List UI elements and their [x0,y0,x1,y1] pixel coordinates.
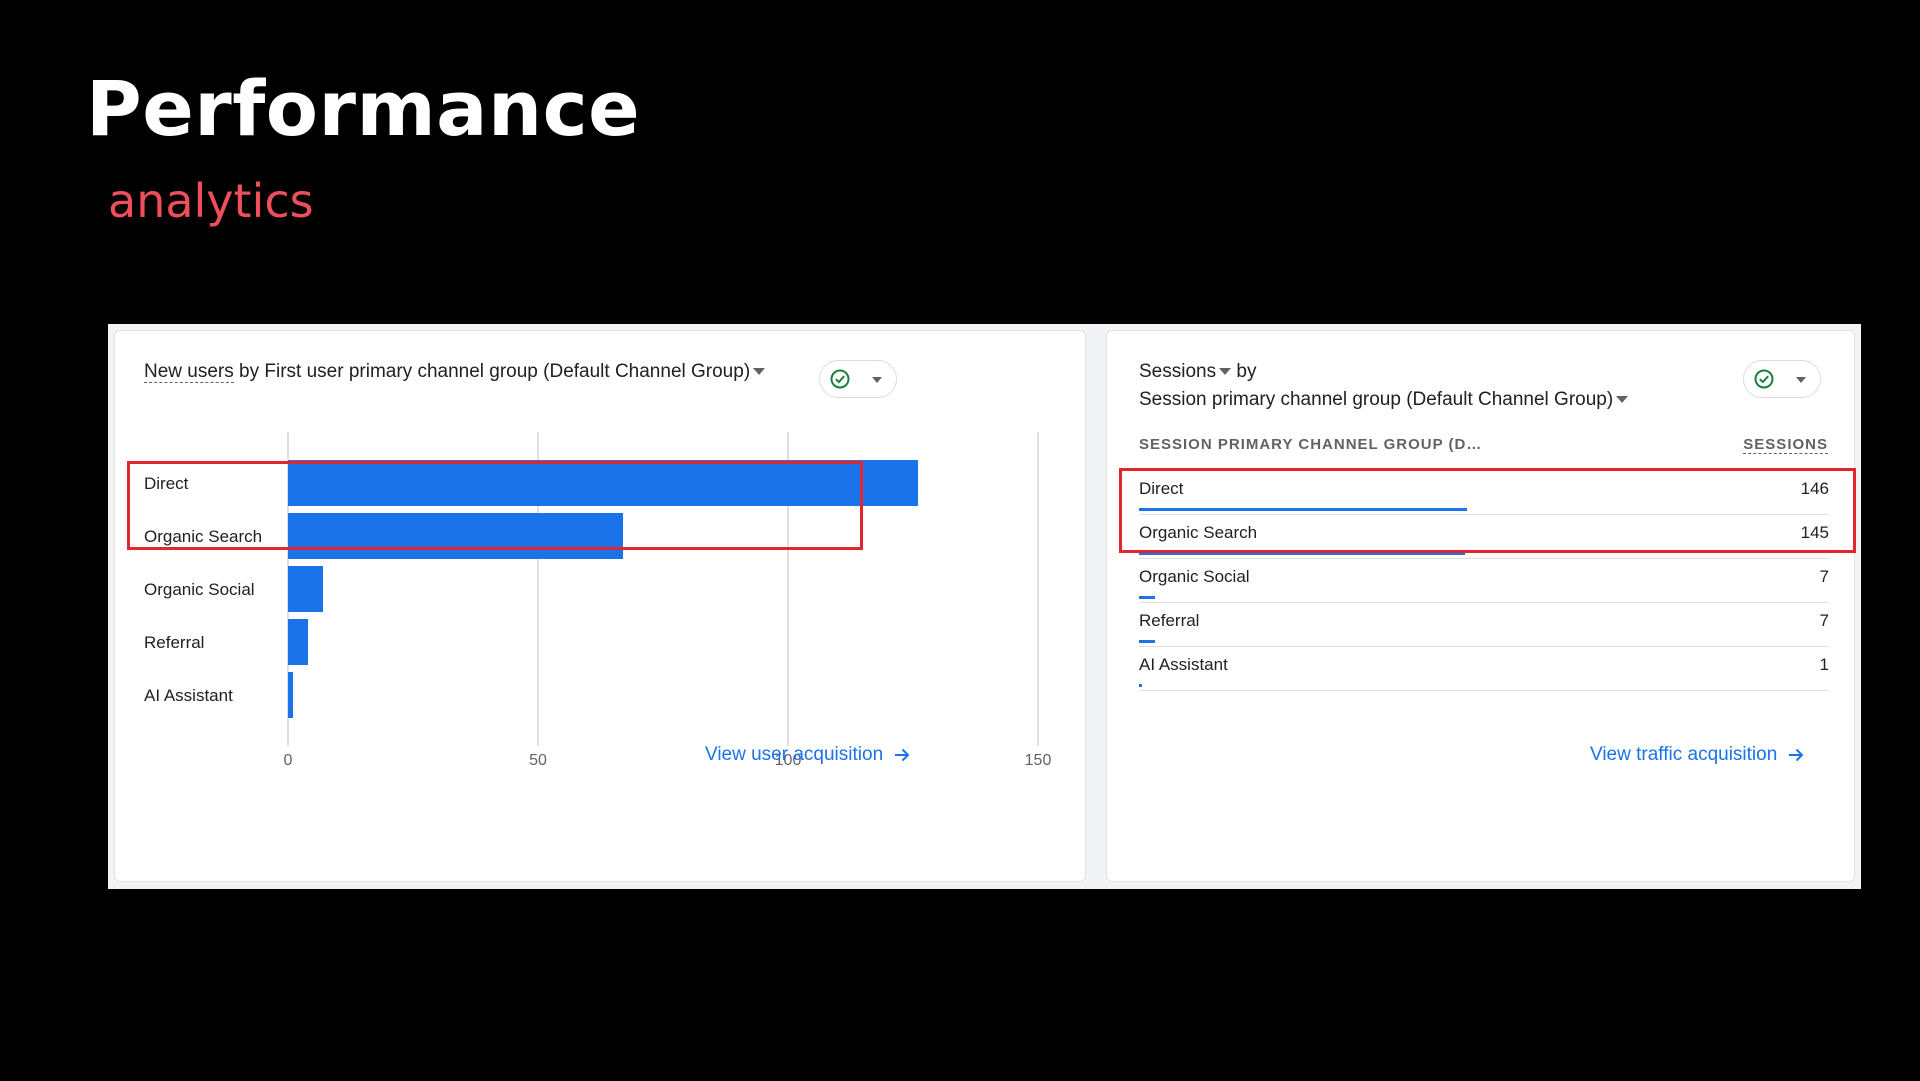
slide-subtitle: analytics [108,174,314,228]
x-tick-label: 0 [284,752,293,769]
column-header-dimension: SESSION PRIMARY CHANNEL GROUP (D… [1139,436,1483,453]
row-bar [1139,640,1155,643]
row-bar [1139,596,1155,599]
table-row[interactable]: AI Assistant 1 [1139,647,1829,691]
analytics-screenshot: New users by First user primary channel … [108,324,1861,889]
link-label: View user acquisition [705,744,884,765]
status-dropdown[interactable] [1743,360,1821,398]
new-users-bar-chart: 0 50 100 150DirectOrganic SearchOrganic Soc… [144,432,1052,769]
by-label: by [1231,361,1257,382]
bar[interactable] [288,672,293,718]
row-label: Referral [1139,611,1200,630]
chevron-down-icon [1796,377,1806,383]
arrow-right-icon [895,748,910,762]
metric-label[interactable]: Sessions [1139,361,1216,382]
dimension-label: Session primary channel group (Default C… [1139,389,1614,410]
chevron-down-icon[interactable] [1616,396,1629,404]
column-header-sessions[interactable]: SESSIONS [1743,436,1828,454]
table-row[interactable]: Referral 7 [1139,603,1829,647]
sessions-card: Sessions by Session primary channel grou… [1106,330,1856,882]
view-traffic-acquisition-link[interactable]: View traffic acquisition [1590,744,1805,766]
view-user-acquisition-link[interactable]: View user acquisition [705,744,911,766]
x-tick-label: 150 [1025,752,1052,769]
chevron-down-icon[interactable] [1219,368,1232,376]
row-label: AI Assistant [1139,655,1228,674]
new-users-card: New users by First user primary channel … [114,330,1086,882]
check-circle-icon [1754,369,1774,389]
row-label: Organic Social [1139,567,1250,586]
category-label: AI Assistant [144,686,233,705]
row-value: 7 [1819,611,1829,630]
sessions-card-title[interactable]: Sessions by [1139,358,1256,386]
row-bar [1139,684,1142,687]
category-label: Referral [144,633,204,652]
x-tick-label: 50 [529,752,547,769]
slide-title: Performance [86,64,641,153]
bar[interactable] [288,619,308,665]
arrow-right-icon [1789,748,1804,762]
link-label: View traffic acquisition [1590,744,1778,765]
bar[interactable] [288,566,323,612]
row-value: 1 [1819,655,1829,674]
highlight-box [1119,468,1856,553]
sessions-card-dimension[interactable]: Session primary channel group (Default C… [1139,386,1629,414]
highlight-box [127,461,863,550]
table-row[interactable]: Organic Social 7 [1139,559,1829,603]
row-value: 7 [1819,567,1829,586]
category-label: Organic Social [144,580,255,599]
